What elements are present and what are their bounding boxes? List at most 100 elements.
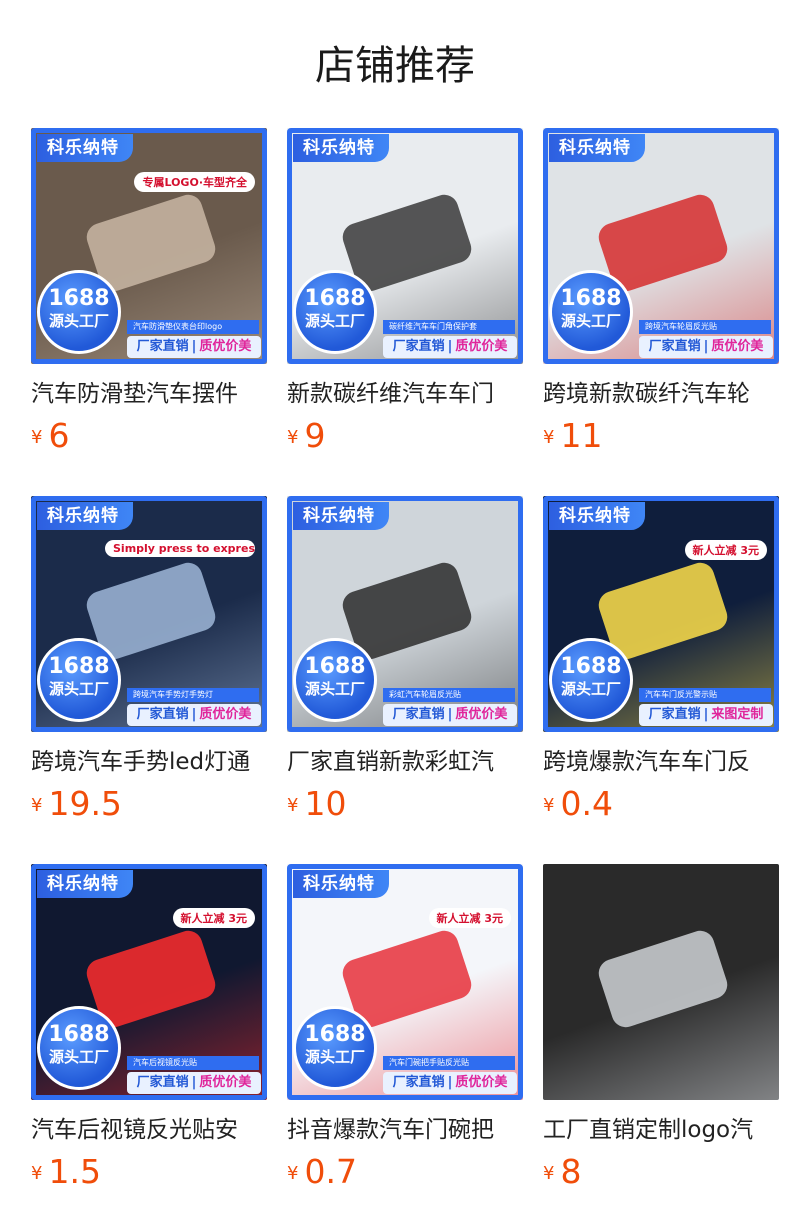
page-title: 店铺推荐 <box>315 43 475 89</box>
product-title[interactable]: 工厂直销定制logo汽 <box>543 1114 779 1146</box>
product-price: ¥1.5 <box>31 1152 101 1192</box>
promo-bar-right: 来图定制 <box>711 707 764 722</box>
currency-symbol: ¥ <box>287 427 299 448</box>
product-price: ¥9 <box>287 416 325 456</box>
promo-bar: 厂家直销 | 质优价美 <box>127 336 261 358</box>
currency-symbol: ¥ <box>287 1163 299 1184</box>
product-card[interactable]: 科乐纳特 新人立减 3元 1688 源头工厂 汽车后视镜反光贴 厂家直销 | 质优价美 汽车后视… <box>31 864 267 1204</box>
product-strip-label: 碳纤维汽车车门角保护套 <box>383 320 515 334</box>
promo-tag: Simply press to express <box>105 540 255 557</box>
product-price: ¥0.4 <box>543 784 613 824</box>
product-title[interactable]: 新款碳纤维汽车车门 <box>287 378 523 410</box>
product-image[interactable]: 科乐纳特 1688 源头工厂 碳纤维汽车车门角保护套 厂家直销 | 质优价美 <box>287 128 523 364</box>
price-value: 1.5 <box>48 1152 101 1191</box>
product-strip-label: 跨境汽车轮眉反光贴 <box>639 320 771 334</box>
badge-text: 源头工厂 <box>560 312 621 330</box>
price-value: 6 <box>48 416 70 455</box>
product-title[interactable]: 厂家直销新款彩虹汽 <box>287 746 523 778</box>
product-strip-label: 汽车门碗把手贴反光贴 <box>383 1056 515 1070</box>
product-title[interactable]: 跨境汽车手势led灯通 <box>31 746 267 778</box>
promo-bar-separator: | <box>703 339 709 354</box>
brand-label: 科乐纳特 <box>293 502 389 530</box>
product-image[interactable]: 科乐纳特 1688 源头工厂 彩虹汽车轮眉反光贴 厂家直销 | 质优价美 <box>287 496 523 732</box>
product-title[interactable]: 跨境新款碳纤汽车轮 <box>543 378 779 410</box>
promo-bar-left: 厂家直销 <box>392 1075 445 1090</box>
price-value: 9 <box>304 416 326 455</box>
badge-number: 1688 <box>304 1022 366 1047</box>
product-image[interactable]: 科乐纳特 1688 源头工厂 跨境汽车轮眉反光贴 厂家直销 | 质优价美 <box>543 128 779 364</box>
source-factory-badge: 1688 源头工厂 <box>293 638 377 722</box>
product-image[interactable] <box>543 864 779 1100</box>
product-image[interactable]: 科乐纳特 新人立减 3元 1688 源头工厂 汽车门碗把手贴反光贴 厂家直销 | 质优价美 <box>287 864 523 1100</box>
promo-bar: 厂家直销 | 质优价美 <box>127 1072 261 1094</box>
source-factory-badge: 1688 源头工厂 <box>37 1006 121 1090</box>
promo-bar-left: 厂家直销 <box>136 707 189 722</box>
product-price: ¥10 <box>287 784 346 824</box>
product-strip-label: 汽车防滑垫仪表台印logo <box>127 320 259 334</box>
brand-label: 科乐纳特 <box>37 870 133 898</box>
promo-bar-separator: | <box>191 707 197 722</box>
product-strip-label: 汽车后视镜反光贴 <box>127 1056 259 1070</box>
currency-symbol: ¥ <box>543 427 555 448</box>
promo-bar-separator: | <box>191 339 197 354</box>
product-title[interactable]: 跨境爆款汽车车门反 <box>543 746 779 778</box>
price-value: 11 <box>560 416 603 455</box>
product-title[interactable]: 汽车后视镜反光贴安 <box>31 1114 267 1146</box>
brand-label: 科乐纳特 <box>37 502 133 530</box>
currency-symbol: ¥ <box>543 1163 555 1184</box>
badge-text: 源头工厂 <box>48 680 109 698</box>
currency-symbol: ¥ <box>287 795 299 816</box>
promo-tag: 新人立减 3元 <box>428 908 511 928</box>
promo-bar-separator: | <box>447 1075 453 1090</box>
product-strip-label: 汽车车门反光警示贴 <box>639 688 771 702</box>
product-title[interactable]: 汽车防滑垫汽车摆件 <box>31 378 267 410</box>
product-card[interactable]: 科乐纳特 1688 源头工厂 碳纤维汽车车门角保护套 厂家直销 | 质优价美 新款碳纤维汽车车… <box>287 128 523 468</box>
product-card[interactable]: 科乐纳特 1688 源头工厂 彩虹汽车轮眉反光贴 厂家直销 | 质优价美 厂家直销新款彩虹汽 ¥… <box>287 496 523 836</box>
promo-bar-right: 质优价美 <box>711 339 764 354</box>
promo-bar-right: 质优价美 <box>455 707 508 722</box>
product-card[interactable]: 科乐纳特 专属LOGO·车型齐全 1688 源头工厂 汽车防滑垫仪表台印logo 厂家直销… <box>31 128 267 468</box>
badge-number: 1688 <box>48 1022 110 1047</box>
source-factory-badge: 1688 源头工厂 <box>293 1006 377 1090</box>
product-strip-label: 跨境汽车手势灯手势灯 <box>127 688 259 702</box>
badge-number: 1688 <box>304 654 366 679</box>
product-card[interactable]: 科乐纳特 1688 源头工厂 跨境汽车轮眉反光贴 厂家直销 | 质优价美 跨境新款碳纤汽车轮 ¥… <box>543 128 779 468</box>
product-card[interactable]: 科乐纳特 新人立减 3元 1688 源头工厂 汽车车门反光警示贴 厂家直销 | 来图定制 跨境爆… <box>543 496 779 836</box>
promo-bar-separator: | <box>447 339 453 354</box>
brand-label: 科乐纳特 <box>549 502 645 530</box>
price-value: 0.4 <box>560 784 613 823</box>
price-value: 8 <box>560 1152 582 1191</box>
product-image[interactable]: 科乐纳特 专属LOGO·车型齐全 1688 源头工厂 汽车防滑垫仪表台印logo 厂家直销… <box>31 128 267 364</box>
product-card[interactable]: 工厂直销定制logo汽 ¥8 <box>543 864 779 1204</box>
promo-bar-left: 厂家直销 <box>392 707 445 722</box>
badge-text: 源头工厂 <box>48 1048 109 1066</box>
promo-bar-left: 厂家直销 <box>648 339 701 354</box>
product-card[interactable]: 科乐纳特 Simply press to express 1688 源头工厂 跨境汽车手… <box>31 496 267 836</box>
product-image[interactable]: 科乐纳特 Simply press to express 1688 源头工厂 跨境汽车手… <box>31 496 267 732</box>
product-strip-label: 彩虹汽车轮眉反光贴 <box>383 688 515 702</box>
product-title[interactable]: 抖音爆款汽车门碗把 <box>287 1114 523 1146</box>
badge-number: 1688 <box>560 654 622 679</box>
product-image[interactable]: 科乐纳特 新人立减 3元 1688 源头工厂 汽车车门反光警示贴 厂家直销 | 来图定制 <box>543 496 779 732</box>
promo-tag: 新人立减 3元 <box>172 908 255 928</box>
source-factory-badge: 1688 源头工厂 <box>549 270 633 354</box>
promo-bar: 厂家直销 | 质优价美 <box>383 336 517 358</box>
currency-symbol: ¥ <box>31 1163 43 1184</box>
price-value: 10 <box>304 784 347 823</box>
product-price: ¥8 <box>543 1152 581 1192</box>
product-card[interactable]: 科乐纳特 新人立减 3元 1688 源头工厂 汽车门碗把手贴反光贴 厂家直销 | 质优价美 抖音… <box>287 864 523 1204</box>
promo-bar-right: 质优价美 <box>455 339 508 354</box>
product-price: ¥19.5 <box>31 784 122 824</box>
price-value: 0.7 <box>304 1152 357 1191</box>
promo-bar-separator: | <box>191 1075 197 1090</box>
promo-bar-left: 厂家直销 <box>392 339 445 354</box>
product-image[interactable]: 科乐纳特 新人立减 3元 1688 源头工厂 汽车后视镜反光贴 厂家直销 | 质优价美 <box>31 864 267 1100</box>
promo-bar-left: 厂家直销 <box>136 1075 189 1090</box>
badge-text: 源头工厂 <box>304 1048 365 1066</box>
brand-label: 科乐纳特 <box>293 870 389 898</box>
promo-bar: 厂家直销 | 质优价美 <box>383 1072 517 1094</box>
promo-tag: 专属LOGO·车型齐全 <box>134 172 255 192</box>
badge-text: 源头工厂 <box>304 312 365 330</box>
promo-bar: 厂家直销 | 来图定制 <box>639 704 773 726</box>
brand-label: 科乐纳特 <box>293 134 389 162</box>
